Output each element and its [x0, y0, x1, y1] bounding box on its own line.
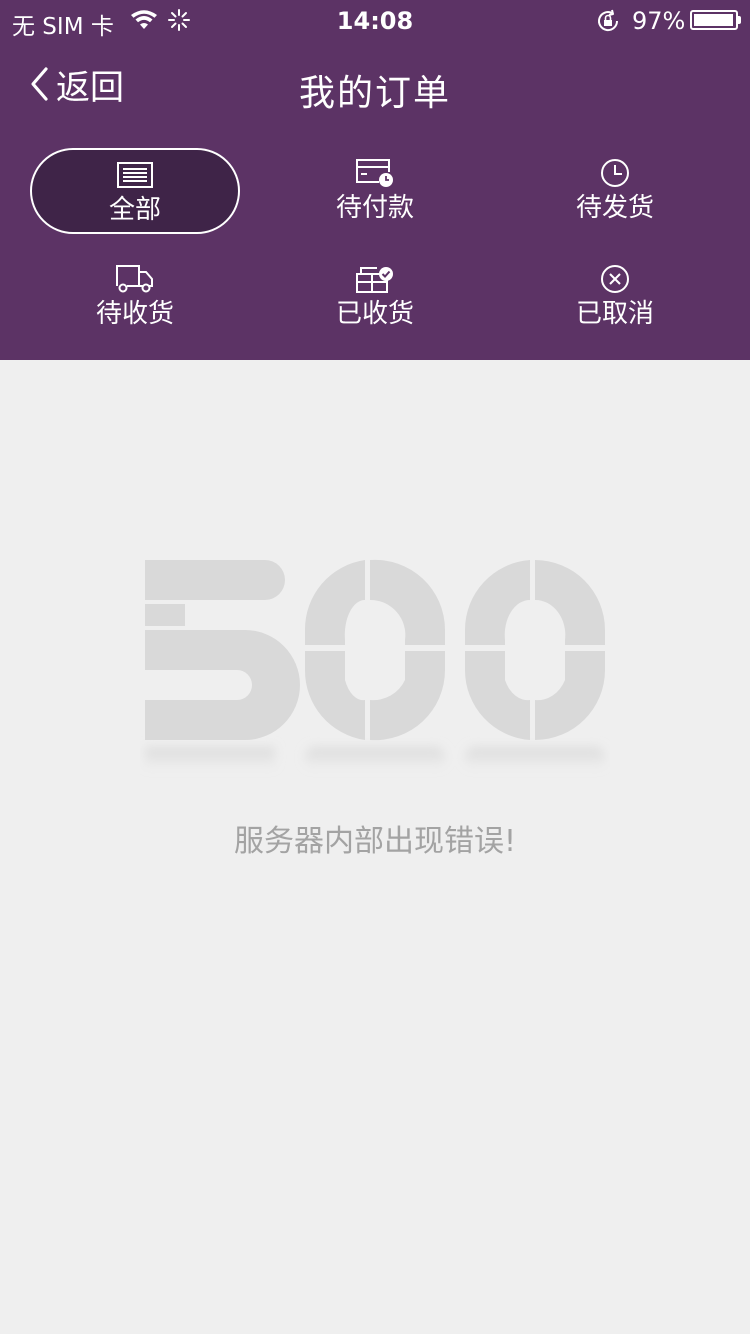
- cancel-circle-icon: [600, 262, 630, 296]
- box-check-icon: [355, 262, 395, 296]
- clock-icon: [600, 156, 630, 190]
- tab-pending-shipment[interactable]: 待发货: [510, 148, 720, 234]
- error-message: 服务器内部出现错误!: [233, 824, 517, 859]
- battery-level-fill: [694, 14, 733, 26]
- list-icon: [117, 158, 153, 192]
- tab-pending-receipt[interactable]: 待收货: [30, 254, 240, 340]
- battery-icon: [690, 10, 738, 30]
- rotation-lock-icon: [596, 9, 620, 39]
- tab-all[interactable]: 全部: [30, 148, 240, 234]
- status-bar: 无 SIM 卡 14:08 97%: [0, 0, 750, 40]
- page-title: 我的订单: [298, 73, 451, 114]
- tab-label: 已收货: [335, 299, 414, 329]
- card-clock-icon: [355, 156, 395, 190]
- battery-nub: [738, 16, 741, 24]
- tab-label: 已取消: [575, 299, 654, 329]
- tab-pending-payment[interactable]: 待付款: [270, 148, 480, 234]
- tab-cancelled[interactable]: 已取消: [510, 254, 720, 340]
- tab-label: 待付款: [335, 193, 414, 223]
- tab-received[interactable]: 已收货: [270, 254, 480, 340]
- tab-label: 待收货: [95, 299, 174, 329]
- tab-label: 待发货: [575, 193, 654, 223]
- battery-percent: 97%: [632, 7, 686, 35]
- header: 无 SIM 卡 14:08 97% 返回 我的订单 全部 待付款 待发货 待收货…: [0, 0, 750, 360]
- truck-icon: [115, 262, 155, 296]
- error-500-graphic: [140, 555, 610, 789]
- tab-label: 全部: [108, 195, 161, 225]
